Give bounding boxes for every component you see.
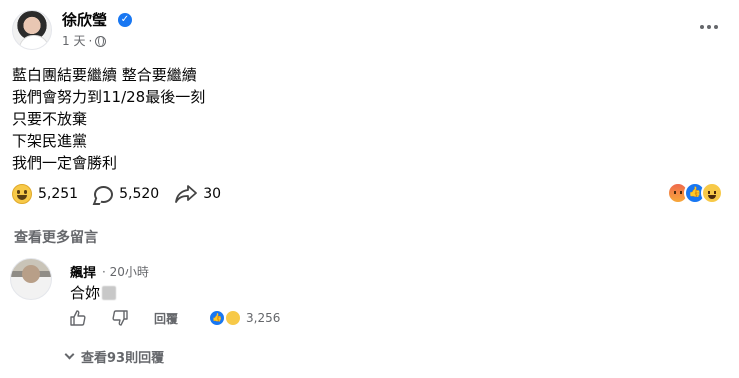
reactions-count: 5,251: [38, 186, 79, 202]
comment-reaction-summary[interactable]: 3,256: [208, 309, 280, 327]
comment-reaction-count: 3,256: [246, 311, 281, 325]
post-line: 藍白團結要繼續 整合要繼續: [12, 66, 197, 84]
share-arrow-icon: [175, 185, 198, 203]
verified-badge-icon: ✓: [118, 13, 132, 27]
reaction-summary[interactable]: [667, 182, 723, 204]
post-line: 只要不放棄: [12, 110, 88, 128]
more-options-dot: [707, 25, 711, 29]
author-avatar[interactable]: [12, 10, 52, 50]
more-options-button[interactable]: [700, 22, 722, 32]
view-replies-label: 查看93則回覆: [81, 351, 165, 366]
thumb-down-icon[interactable]: [112, 310, 128, 326]
reply-button[interactable]: 回覆: [154, 310, 178, 327]
chevron-down-icon: [64, 349, 75, 360]
comment-time[interactable]: · 20小時: [102, 263, 149, 280]
commenter-name[interactable]: 飆捍: [70, 262, 96, 281]
redacted-text: [102, 286, 117, 300]
comments-count: 5,520: [119, 186, 160, 202]
view-replies-link[interactable]: 查看93則回覆: [64, 347, 165, 366]
haha-reaction-icon: [701, 182, 723, 204]
shares-count: 30: [203, 186, 222, 202]
share-button[interactable]: 30: [175, 184, 221, 204]
view-more-comments-link[interactable]: 查看更多留言: [14, 227, 98, 247]
thumb-up-icon[interactable]: [70, 310, 86, 326]
haha-reaction-icon: [224, 309, 243, 327]
comment-bubble-icon: [94, 185, 114, 203]
comment-actions: 回覆 3,256: [70, 309, 280, 327]
react-button[interactable]: 5,251: [12, 184, 78, 204]
post-author-name[interactable]: 徐欣瑩: [62, 10, 107, 30]
grin-emoji-icon: [12, 184, 32, 204]
post-body: 藍白團結要繼續 整合要繼續 我們會努力到11/28最後一刻 只要不放棄 下架民進…: [12, 64, 205, 174]
post-action-row: 5,251 5,520 30: [12, 182, 237, 206]
post-meta: 1 天 ·: [62, 33, 107, 49]
meta-separator: ·: [88, 34, 93, 48]
more-options-dot: [714, 25, 718, 29]
post-time[interactable]: 1 天: [62, 33, 85, 49]
comment-text: 合妳: [70, 282, 117, 303]
globe-icon: [95, 35, 107, 47]
more-options-icon: [700, 25, 704, 29]
post-line: 我們會努力到11/28最後一刻: [12, 88, 206, 106]
comment-button[interactable]: 5,520: [94, 185, 160, 203]
commenter-avatar[interactable]: [10, 258, 52, 300]
comment-text-content: 合妳: [70, 284, 101, 302]
post-line: 我們一定會勝利: [12, 154, 118, 172]
post-line: 下架民進黨: [12, 132, 88, 150]
